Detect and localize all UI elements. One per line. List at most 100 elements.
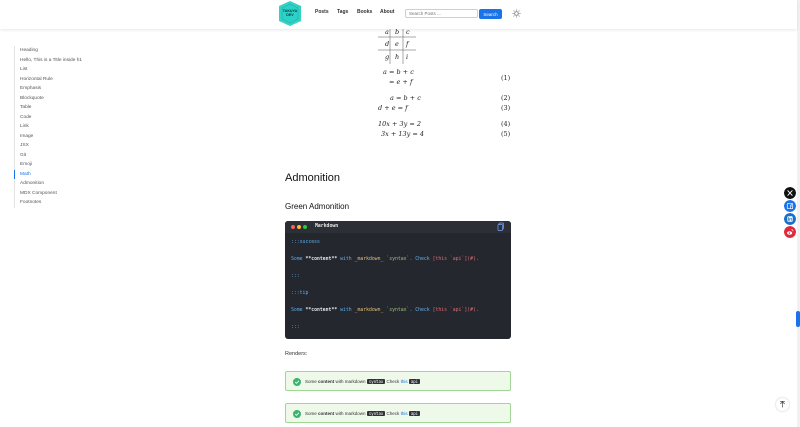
toc-item-list[interactable]: List <box>15 65 94 75</box>
weibo-icon[interactable] <box>784 226 796 238</box>
code-line: Some **content** with _markdown_ `syntax… <box>291 308 479 313</box>
code-token: [this `api`](#) <box>432 308 476 313</box>
code-token: **content** <box>305 308 338 313</box>
check-circle-icon <box>293 410 301 418</box>
toc-item-table[interactable]: Table <box>15 103 94 113</box>
toc-item-emoji[interactable]: Emoji <box>15 160 94 170</box>
matrix-cell: c <box>406 28 410 36</box>
matrix-cell: e <box>395 40 399 48</box>
code-token: _markdown_ <box>354 308 384 313</box>
code-token: . Check <box>409 257 433 262</box>
toc-item-mdx-component[interactable]: MDX Component <box>15 189 94 199</box>
inline-code: syntax <box>366 410 386 416</box>
inline-code[interactable]: api <box>408 410 421 416</box>
code-line: :::tip <box>291 291 309 296</box>
admonition-word: Check <box>386 378 400 384</box>
admonition-bold: content <box>318 378 335 384</box>
table-of-contents: Heading Hello, This is a Title inside h1… <box>14 46 94 208</box>
equation-number: (3) <box>501 104 511 112</box>
site-header: TAKUYA DEV Posts Tags Books About Search <box>0 0 797 29</box>
toc-item-jsx[interactable]: JSX <box>15 141 94 151</box>
equation-number: (1) <box>501 74 511 82</box>
x-icon[interactable] <box>784 187 796 199</box>
code-token: . <box>475 308 479 313</box>
toc-item-title-h1[interactable]: Hello, This is a Title inside h1 <box>15 56 94 66</box>
code-token: `syntax` <box>386 308 410 313</box>
linkedin-icon[interactable] <box>784 213 796 225</box>
code-token: _markdown_ <box>354 257 384 262</box>
matrix-cell: a <box>385 28 389 36</box>
close-dot-icon <box>291 224 295 229</box>
code-token: with <box>337 308 355 313</box>
admonition-bold: content <box>318 410 335 416</box>
equation: 10x + 3y = 2 <box>378 120 422 128</box>
code-token: Some <box>291 257 306 262</box>
toc-item-footnotes[interactable]: Footnotes <box>15 198 94 208</box>
code-line: Some **content** with _markdown_ `syntax… <box>291 257 479 262</box>
toc-item-blockquote[interactable]: Blockquote <box>15 94 94 104</box>
code-token: with <box>337 257 355 262</box>
admonition-text: Some content with markdown syntax Check … <box>305 410 421 416</box>
equation: 3x + 13y = 4 <box>381 130 425 138</box>
matrix-cell: g <box>385 53 390 61</box>
minimize-dot-icon <box>297 224 301 229</box>
equation-number: (4) <box>501 120 511 128</box>
code-line: :::success <box>291 240 320 245</box>
equation: = e + f <box>389 78 413 86</box>
toc-item-link[interactable]: Link <box>15 122 94 132</box>
equation: a = b + c <box>383 68 414 76</box>
code-line: ::: <box>291 274 300 279</box>
search-button[interactable]: Search <box>479 9 502 19</box>
toc-item-horizontal-rule[interactable]: Horizontal Rule <box>15 75 94 85</box>
toc-item-heading[interactable]: Heading <box>15 46 94 56</box>
code-token: [this `api`](#) <box>432 257 476 262</box>
code-block: Markdown :::success Some **content** wit… <box>285 221 511 339</box>
check-circle-icon <box>293 378 301 386</box>
nav-books[interactable]: Books <box>357 9 372 15</box>
scrollbar-thumb[interactable] <box>796 311 800 327</box>
facebook-icon[interactable] <box>784 200 796 212</box>
nav-about[interactable]: About <box>380 9 394 15</box>
equation: d + e = f <box>378 104 408 112</box>
svg-text:DEV: DEV <box>286 13 294 17</box>
back-to-top-icon[interactable] <box>776 398 789 411</box>
admonition-link[interactable]: this <box>401 379 408 384</box>
inline-code: syntax <box>366 378 386 384</box>
matrix-cell: f <box>406 40 409 48</box>
toc-item-git[interactable]: Git <box>15 151 94 161</box>
nav-posts[interactable]: Posts <box>315 9 329 15</box>
renders-label: Renders: <box>285 351 308 357</box>
inline-code[interactable]: api <box>408 378 421 384</box>
admonition-text: Some content with markdown syntax Check … <box>305 378 421 384</box>
success-admonition: Some content with markdown syntax Check … <box>285 371 511 391</box>
sun-icon[interactable] <box>512 9 521 18</box>
equation-number: (2) <box>501 94 511 102</box>
equation-number: (5) <box>501 130 511 138</box>
site-logo[interactable]: TAKUYA DEV <box>279 1 301 26</box>
copy-icon[interactable] <box>497 222 505 231</box>
toc-item-admonition[interactable]: Admonition <box>15 179 94 189</box>
admonition-link[interactable]: this <box>401 411 408 416</box>
search-input[interactable] <box>405 9 478 18</box>
toc-item-image[interactable]: Image <box>15 132 94 142</box>
admonition-word: Some <box>305 378 317 384</box>
code-token: Some <box>291 308 306 313</box>
equation: a = b + c <box>390 94 421 102</box>
code-token: . Check <box>409 308 433 313</box>
code-line: ::: <box>291 325 300 330</box>
admonition-word: Check <box>386 410 400 416</box>
code-token: . <box>475 257 479 262</box>
heading-green-admonition: Green Admonition <box>285 202 350 211</box>
tip-admonition: Some content with markdown syntax Check … <box>285 403 511 423</box>
admonition-word: Some <box>305 410 317 416</box>
admonition-word: with markdown <box>335 410 366 416</box>
toc-item-math[interactable]: Math <box>14 169 94 179</box>
matrix-cell: h <box>395 53 400 61</box>
toc-item-emphasis[interactable]: Emphasis <box>15 84 94 94</box>
nav-tags[interactable]: Tags <box>337 9 348 15</box>
matrix-cell: b <box>395 28 400 36</box>
matrix-cell: d <box>385 40 390 48</box>
heading-admonition: Admonition <box>285 172 341 184</box>
toc-item-code[interactable]: Code <box>15 113 94 123</box>
matrix-cell: i <box>406 53 409 61</box>
